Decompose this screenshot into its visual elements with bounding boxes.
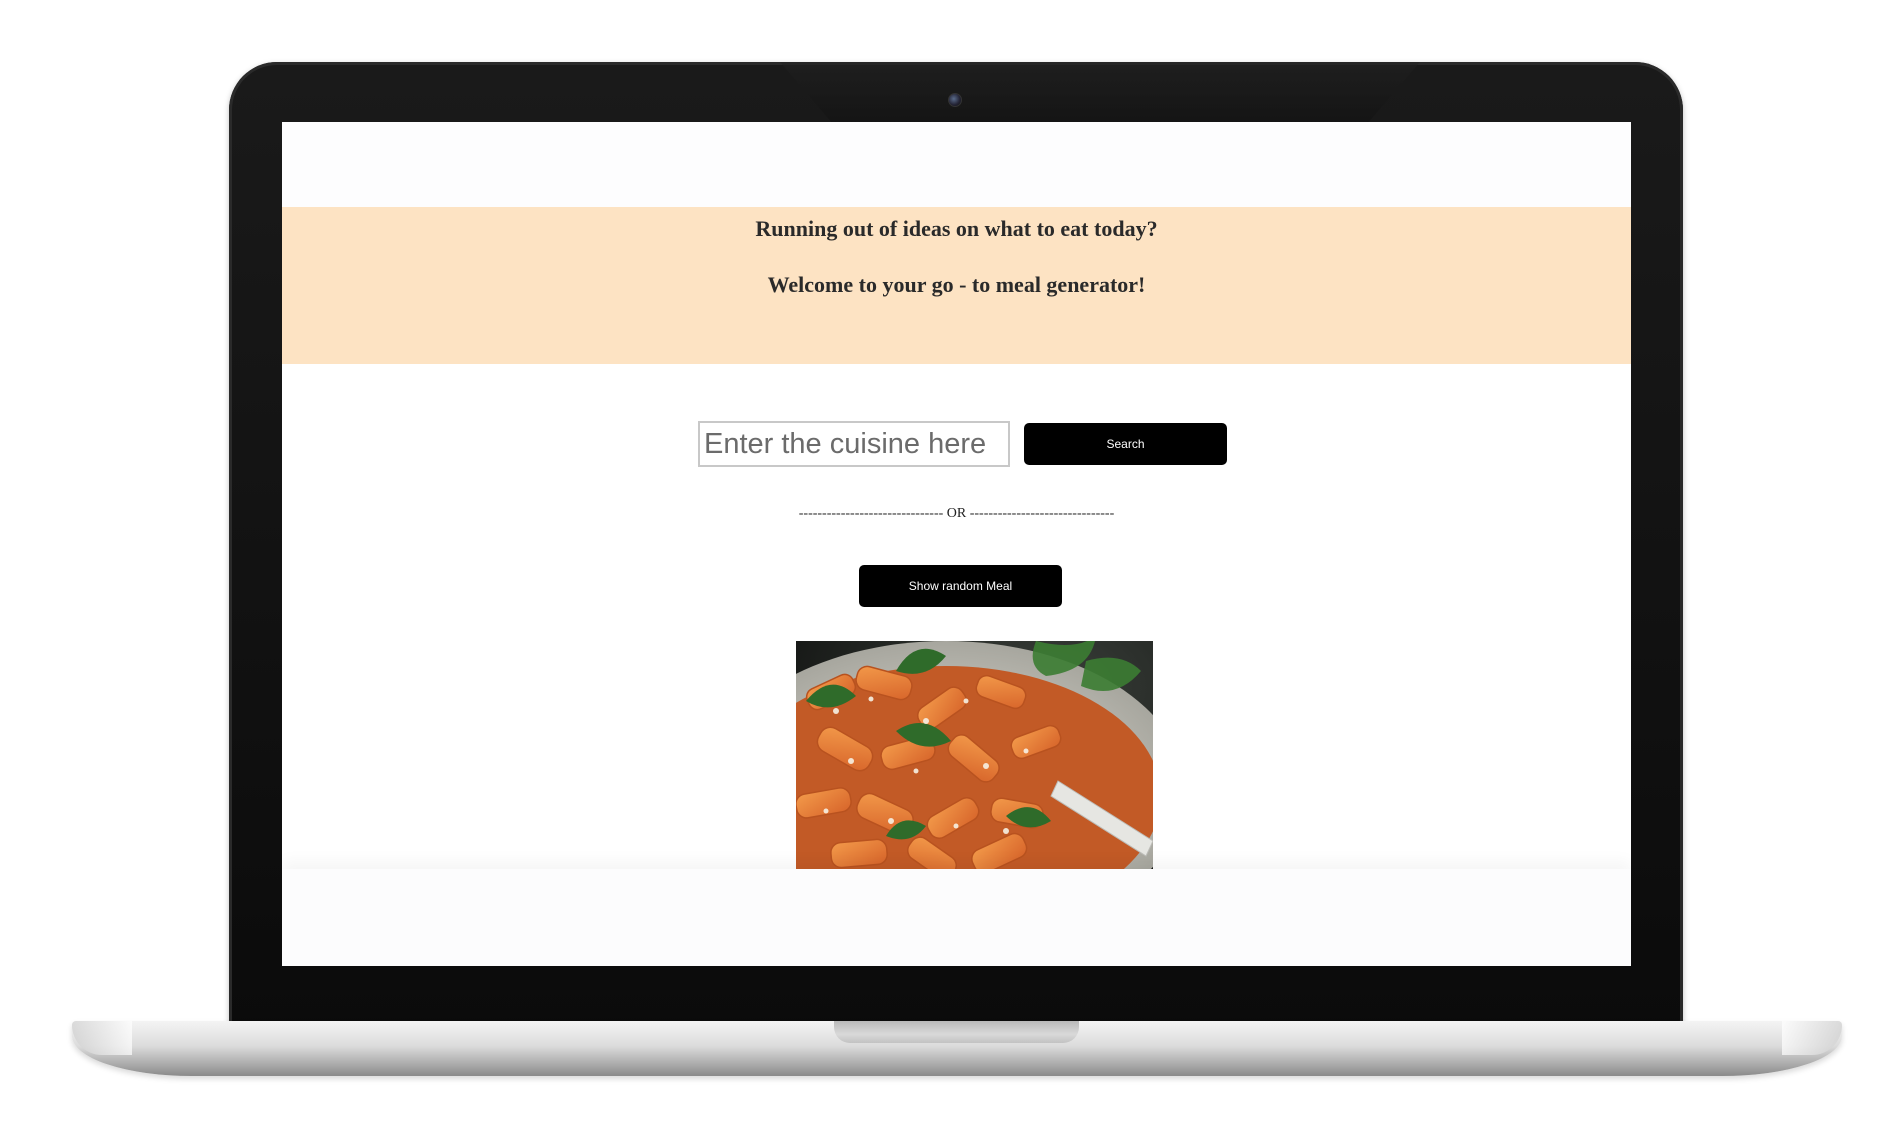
pasta-dish-image [796,641,1153,873]
screen-bottom-area [282,869,1631,966]
hero-question: Running out of ideas on what to eat toda… [755,216,1158,241]
page-top-spacer [282,122,1631,207]
base-hinge-notch [834,1021,1079,1043]
hero-welcome: Welcome to your go - to meal generator! [767,272,1146,297]
search-row: Search [698,421,1227,467]
browser-screen: Running out of ideas on what to eat toda… [282,122,1631,966]
show-random-meal-button[interactable]: Show random Meal [859,565,1062,607]
cuisine-search-input[interactable] [698,421,1010,467]
laptop-mockup: Running out of ideas on what to eat toda… [0,0,1895,1139]
hero-banner: Running out of ideas on what to eat toda… [282,207,1631,364]
search-button[interactable]: Search [1024,423,1227,465]
main-content: Search ------------------------------- O… [282,364,1631,873]
meal-photo-svg [796,641,1153,873]
lid-reflection [780,62,1420,122]
camera-icon [948,93,962,107]
or-divider: ------------------------------- OR -----… [798,506,1115,521]
